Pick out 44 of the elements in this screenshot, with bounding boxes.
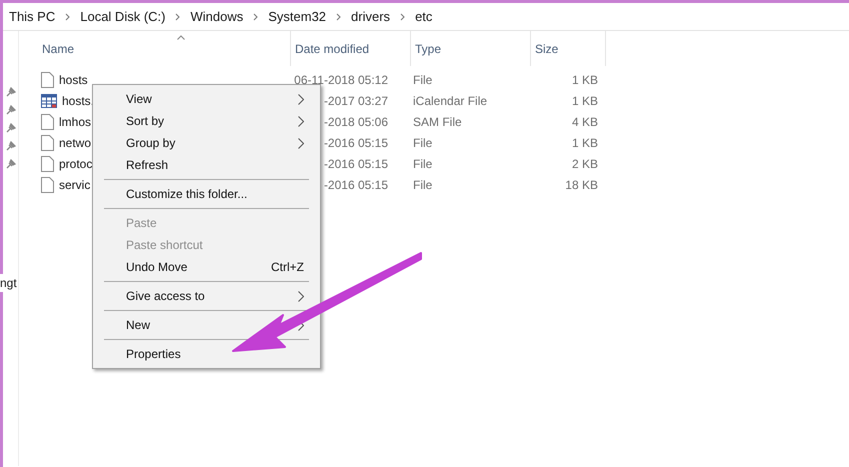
column-header[interactable]: Type	[411, 31, 531, 66]
file-name[interactable]: hosts	[59, 70, 88, 88]
size-cell-text: 1 KB	[572, 72, 598, 88]
menu-item[interactable]: Customize this folder...	[93, 183, 320, 205]
date-cell-text: -2016 05:15	[324, 176, 388, 194]
type-cell: File	[413, 178, 432, 192]
type-cell: iCalendar File	[413, 94, 488, 108]
date-cell-text: -2016 05:15	[324, 156, 388, 172]
date-cell-text: -2018 05:06	[324, 114, 388, 130]
file-name[interactable]: protoc	[59, 154, 92, 172]
breadcrumb-item[interactable]: etc	[415, 6, 432, 26]
size-cell-text: 1 KB	[572, 134, 598, 152]
type-cell: SAM File	[413, 114, 462, 128]
column-header[interactable]: Size	[531, 31, 606, 66]
file-name[interactable]: lmhos	[59, 112, 92, 130]
shortcut-label: Ctrl+Z	[271, 259, 304, 276]
menu-item[interactable]: Refresh	[93, 154, 320, 176]
date-cell-text: -2016 05:15	[324, 134, 388, 152]
breadcrumb-item[interactable]: Local Disk (C:)	[80, 6, 166, 26]
nav-item-label[interactable]: ngt	[0, 274, 18, 292]
size-cell-text: 1 KB	[572, 92, 598, 110]
menu-item[interactable]: Properties	[93, 343, 320, 365]
menu-item[interactable]: Sort by	[93, 110, 320, 132]
date-cell-text: -2017 03:27	[324, 92, 388, 110]
breadcrumb-item[interactable]: System32	[268, 6, 326, 26]
menu-item[interactable]: Give access to	[93, 285, 320, 307]
type-cell: File	[413, 156, 432, 170]
type-cell: File	[413, 136, 432, 150]
size-cell-text: 2 KB	[572, 156, 598, 172]
size-cell-text: 18 KB	[565, 176, 598, 194]
file-name[interactable]: hosts.	[62, 92, 94, 110]
menu-item[interactable]: View	[93, 88, 320, 110]
breadcrumb-item[interactable]: Windows	[190, 6, 244, 26]
size-cell-text: 4 KB	[572, 114, 598, 130]
column-header[interactable]: Name	[38, 31, 291, 66]
file-name[interactable]: servic	[59, 176, 90, 194]
type-cell: File	[413, 72, 432, 86]
menu-item[interactable]: Group by	[93, 132, 320, 154]
column-header[interactable]: Date modified	[291, 31, 411, 66]
file-name[interactable]: netwo	[59, 134, 92, 152]
menu-item[interactable]: Undo Move Ctrl+Z	[93, 256, 320, 278]
breadcrumb-item[interactable]: drivers	[351, 6, 390, 26]
date-cell-text: 06-11-2018 05:12	[294, 72, 388, 88]
breadcrumb-item[interactable]: This PC	[9, 6, 56, 26]
